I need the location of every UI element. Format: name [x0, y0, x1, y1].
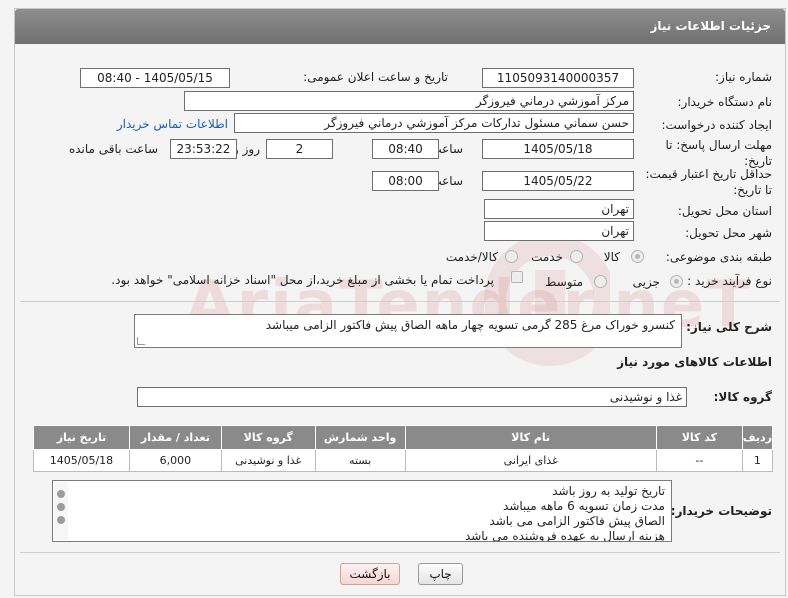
purchase-process-label: نوع فرآیند خرید :: [687, 274, 772, 288]
reply-days-label: روز و: [233, 142, 260, 156]
treasury-payment-checkbox[interactable]: [511, 271, 523, 283]
goods-section-title: اطلاعات کالاهای مورد نیاز: [617, 355, 772, 369]
price-validity-date: 1405/05/22: [482, 171, 634, 191]
table-row: 1 -- غذای ایرانی بسته غذا و نوشیدنی 6,00…: [33, 449, 774, 472]
separator-2: [20, 552, 780, 553]
category-option-service: خدمت: [531, 250, 563, 264]
description-field: کنسرو خوراک مرغ 285 گرمی تسویه چهار ماهه…: [134, 314, 682, 348]
buyer-org-field: مرکز آموزشي درماني فيروزگر: [184, 91, 634, 111]
price-validity-time: 08:00: [372, 171, 439, 191]
buyer-notes-line: الصاق پیش فاکتور الزامی می باشد: [489, 514, 665, 528]
reply-deadline-label: مهلت ارسال پاسخ: تا تاریخ:: [665, 138, 772, 168]
col-header-goods-group: گروه کالا: [220, 425, 316, 450]
category-label: طبقه بندی موضوعی:: [665, 250, 772, 264]
category-option-goods-service: کالا/خدمت: [445, 250, 498, 264]
goods-table: ردیف کد کالا نام کالا واحد شمارش گروه کا…: [33, 425, 774, 472]
buyer-contact-link[interactable]: اطلاعات تماس خریدار: [117, 117, 228, 131]
category-radio-goods[interactable]: [631, 250, 644, 263]
cell-quantity: 6,000: [128, 449, 222, 472]
reply-days-field: 2: [266, 139, 333, 159]
buyer-notes-scrollbar[interactable]: [54, 482, 68, 540]
page-header: جزئیات اطلاعات نیاز: [15, 9, 785, 44]
col-header-need-date: تاریخ نیاز: [33, 425, 130, 450]
back-button[interactable]: بازگشت: [340, 563, 400, 585]
cell-need-date: 1405/05/18: [33, 449, 130, 472]
reply-deadline-date: 1405/05/18: [482, 139, 634, 159]
buyer-notes-line: مدت زمان تسویه 6 ماهه میباشد: [503, 499, 665, 513]
need-number-label: شماره نیاز:: [715, 70, 772, 84]
resize-grip-icon[interactable]: [137, 337, 145, 345]
col-header-item-name: نام کالا: [404, 425, 657, 450]
announce-datetime-label: تاریخ و ساعت اعلان عمومی:: [303, 70, 448, 84]
print-button[interactable]: چاپ: [418, 563, 463, 585]
buyer-org-label: نام دستگاه خریدار:: [677, 95, 773, 109]
requester-label: ایجاد کننده درخواست:: [661, 118, 772, 132]
col-header-unit: واحد شمارش: [314, 425, 406, 450]
category-radio-service[interactable]: [570, 250, 583, 263]
process-option-partial: جزیی: [632, 275, 660, 289]
scroll-dot-icon: [57, 490, 65, 498]
category-radio-goods-service[interactable]: [505, 250, 518, 263]
col-header-quantity: تعداد / مقدار: [128, 425, 222, 450]
reply-deadline-time: 08:40: [372, 139, 439, 159]
cell-row-number: 1: [741, 449, 774, 472]
process-option-medium: متوسط: [545, 275, 583, 289]
delivery-city-label: شهر محل تحویل:: [685, 226, 772, 240]
buyer-notes-label: توضیحات خریدار:: [670, 504, 772, 518]
category-option-goods: کالا: [603, 250, 620, 264]
col-header-item-code: کد کالا: [655, 425, 743, 450]
goods-table-header-row: ردیف کد کالا نام کالا واحد شمارش گروه کا…: [33, 425, 774, 450]
delivery-city-field: تهران: [484, 221, 634, 241]
need-number-field: 1105093140000357: [482, 68, 634, 88]
cell-goods-group: غذا و نوشیدنی: [220, 449, 316, 472]
remaining-time-label: ساعت باقی مانده: [68, 142, 158, 156]
delivery-province-field: تهران: [484, 199, 634, 219]
col-header-row-number: ردیف: [741, 425, 774, 450]
cell-item-code: --: [655, 449, 743, 472]
page-title: جزئیات اطلاعات نیاز: [650, 19, 771, 33]
scroll-dot-icon: [57, 503, 65, 511]
treasury-payment-note: پرداخت تمام یا بخشی از مبلغ خرید،از محل …: [111, 273, 494, 287]
process-radio-partial[interactable]: [670, 275, 683, 288]
goods-group-field: غذا و نوشیدنی: [137, 387, 687, 407]
process-radio-medium[interactable]: [594, 275, 607, 288]
description-text: کنسرو خوراک مرغ 285 گرمی تسویه چهار ماهه…: [265, 318, 675, 332]
separator-1: [20, 301, 780, 302]
requester-field: حسن سماني مسئول تداركات مرکز آموزشي درما…: [234, 113, 634, 133]
goods-group-label: گروه کالا:: [713, 390, 772, 404]
announce-datetime-field: 1405/05/15 - 08:40: [80, 68, 230, 88]
delivery-province-label: استان محل تحویل:: [677, 204, 772, 218]
cell-item-name: غذای ایرانی: [404, 449, 657, 472]
buyer-notes-field: تاریخ تولید به روز باشد مدت زمان تسویه 6…: [52, 480, 672, 542]
description-label: شرح کلی نیاز:: [686, 320, 772, 334]
remaining-time-field: 23:53:22: [170, 139, 237, 159]
scroll-dot-icon: [57, 516, 65, 524]
buyer-notes-line: تاریخ تولید به روز باشد: [552, 484, 665, 498]
cell-unit: بسته: [314, 449, 406, 472]
price-validity-label: حداقل تاریخ اعتبار قیمت: تا تاریخ:: [645, 167, 772, 197]
buyer-notes-line: هزینه ارسال به عهده فروشنده می باشد: [464, 529, 665, 542]
